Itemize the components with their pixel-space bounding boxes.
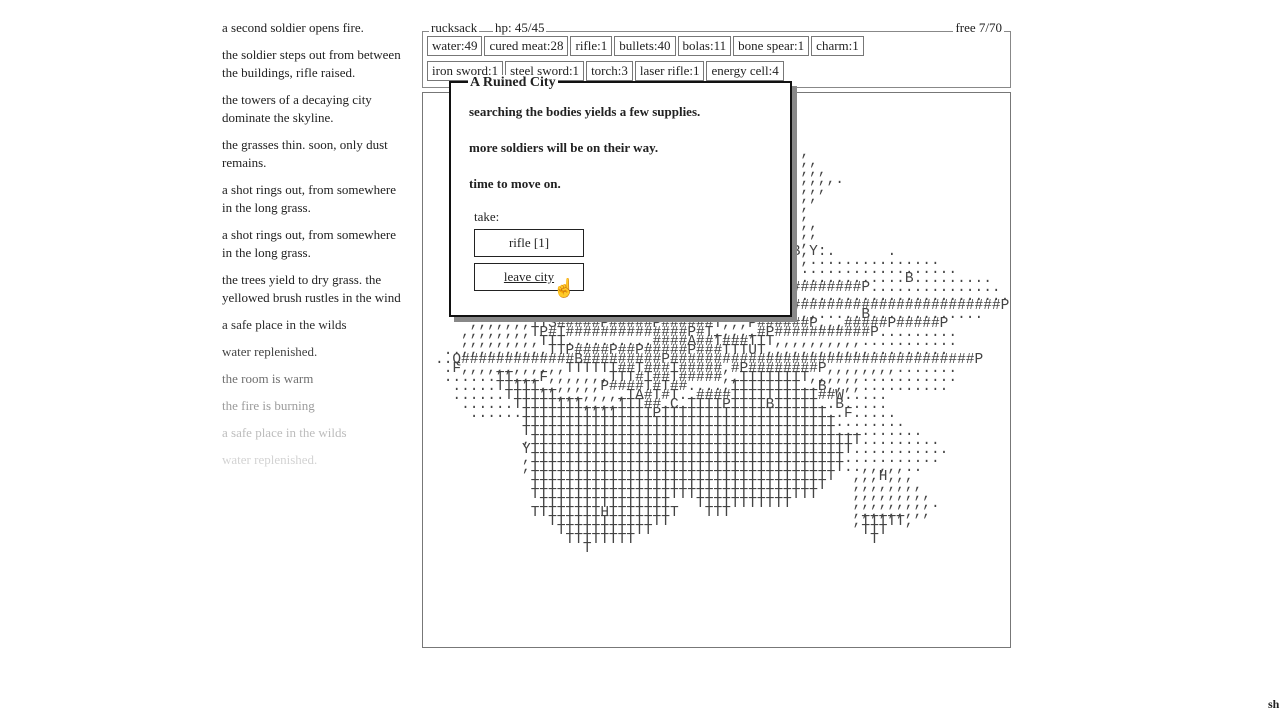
log-entry: the fire is burning <box>222 398 315 413</box>
event-dialog: A Ruined City searching the bodies yield… <box>449 75 792 317</box>
rucksack-item: bullets:40 <box>614 36 676 56</box>
log-entry: the towers of a decaying city dominate t… <box>222 92 372 125</box>
rucksack-item: energy cell:4 <box>706 61 784 81</box>
dialog-line: searching the bodies yields a few suppli… <box>469 104 701 119</box>
log-entry: water replenished. <box>222 452 318 467</box>
dialog-title: A Ruined City <box>468 75 558 91</box>
hp-readout: hp: 45/45 <box>493 20 547 36</box>
rucksack-label: rucksack <box>429 20 480 36</box>
rucksack-item: bone spear:1 <box>733 36 810 56</box>
rucksack-item: charm:1 <box>811 36 864 56</box>
log-entry: a second soldier opens fire. <box>222 20 364 35</box>
rucksack-item: rifle:1 <box>570 36 613 56</box>
log-entry: the room is warm <box>222 371 314 386</box>
take-label: take: <box>474 209 500 224</box>
log-entry: a safe place in the wilds <box>222 317 347 332</box>
rucksack-item: laser rifle:1 <box>634 61 705 81</box>
log-entry: the grasses thin. soon, only dust remain… <box>222 137 388 170</box>
log-entry: water replenished. <box>222 344 318 359</box>
dialog-line: more soldiers will be on their way. <box>469 140 659 155</box>
log-entry: a shot rings out, from somewhere in the … <box>222 182 397 215</box>
log-entry: the trees yield to dry grass. the yellow… <box>222 272 401 305</box>
free-capacity: free 7/70 <box>953 20 1004 36</box>
corner-text: sh <box>1268 697 1280 711</box>
rucksack-item: cured meat:28 <box>484 36 569 56</box>
hand-cursor-icon: ☝ <box>553 278 576 298</box>
dialog-line: time to move on. <box>469 176 561 191</box>
event-log: a second soldier opens fire. the soldier … <box>222 19 407 478</box>
take-rifle-button[interactable]: rifle [1] <box>474 229 584 257</box>
log-entry: the soldier steps out from between the b… <box>222 47 401 80</box>
log-entry: a shot rings out, from somewhere in the … <box>222 227 397 260</box>
rucksack-item: torch:3 <box>586 61 633 81</box>
log-entry: a safe place in the wilds <box>222 425 347 440</box>
rucksack-item: bolas:11 <box>677 36 732 56</box>
rucksack-item: water:49 <box>427 36 483 56</box>
